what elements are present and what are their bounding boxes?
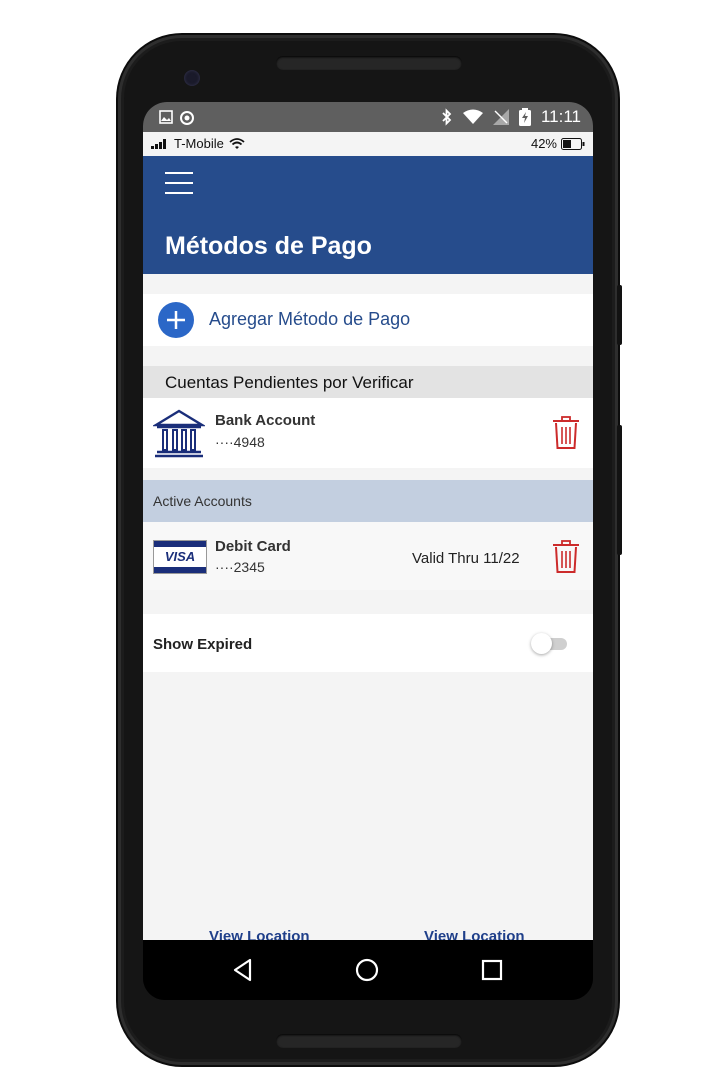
- show-expired-label: Show Expired: [153, 636, 253, 653]
- app-content: Métodos de Pago Agregar Método de Pago C…: [143, 156, 593, 940]
- power-button: [617, 285, 622, 345]
- screen: 11:11 T-Mobile 42% Métodos de Pago Agreg…: [143, 102, 593, 1000]
- speaker-grille-bottom: [276, 1034, 462, 1048]
- active-heading-label: Active Accounts: [153, 493, 252, 509]
- add-payment-method-button[interactable]: Agregar Método de Pago: [143, 294, 593, 346]
- recents-icon[interactable]: [478, 956, 506, 984]
- pending-accounts-heading: Cuentas Pendientes por Verificar: [143, 366, 593, 398]
- page-title: Métodos de Pago: [165, 232, 372, 260]
- sync-notification-icon: [180, 111, 194, 125]
- speaker-grille-top: [276, 56, 462, 70]
- volume-button: [617, 425, 622, 555]
- bank-account-row[interactable]: Bank Account ····4948: [143, 398, 593, 468]
- pending-heading-label: Cuentas Pendientes por Verificar: [165, 373, 414, 392]
- plus-icon: [158, 302, 194, 338]
- bank-icon: [153, 409, 205, 458]
- show-expired-row: Show Expired: [143, 614, 593, 672]
- image-notification-icon: [159, 110, 173, 124]
- visa-card-icon: VISA: [153, 540, 207, 574]
- bank-account-number: ····4948: [215, 434, 265, 450]
- active-accounts-heading: Active Accounts: [143, 480, 593, 522]
- debit-card-name: Debit Card: [215, 538, 291, 555]
- battery-charging-icon: [518, 108, 531, 126]
- carrier-status-bar: T-Mobile 42%: [143, 132, 593, 156]
- view-location-link[interactable]: View Location: [424, 928, 525, 940]
- bank-account-name: Bank Account: [215, 412, 316, 429]
- wifi-signal-icon: [229, 137, 245, 149]
- trash-icon[interactable]: [551, 416, 581, 450]
- android-status-bar: 11:11: [143, 102, 593, 132]
- home-icon[interactable]: [353, 956, 381, 984]
- battery-percent: 42%: [530, 136, 557, 151]
- android-clock: 11:11: [540, 107, 581, 126]
- card-brand: VISA: [164, 549, 196, 564]
- view-location-link[interactable]: View Location: [209, 928, 310, 940]
- wifi-icon: [462, 109, 483, 124]
- add-payment-method-label: Agregar Método de Pago: [209, 309, 411, 329]
- trash-icon[interactable]: [551, 540, 581, 574]
- bluetooth-icon: [442, 108, 452, 126]
- bottom-links: View Location View Location: [143, 918, 593, 940]
- debit-card-number: ····2345: [215, 559, 265, 575]
- back-icon[interactable]: [229, 956, 257, 984]
- app-header: Métodos de Pago: [143, 156, 593, 274]
- card-expiry: Valid Thru 11/22: [412, 550, 520, 567]
- menu-icon[interactable]: [165, 172, 193, 194]
- debit-card-row[interactable]: VISA Debit Card ····2345 Valid Thru 11/2…: [143, 522, 593, 590]
- signal-icon: [492, 109, 509, 125]
- cell-signal-icon: [151, 138, 166, 149]
- android-nav-bar: [143, 940, 593, 1000]
- carrier-name: T-Mobile: [174, 136, 224, 151]
- show-expired-toggle[interactable]: [531, 633, 567, 654]
- battery-icon: [561, 137, 585, 150]
- front-camera: [184, 70, 200, 86]
